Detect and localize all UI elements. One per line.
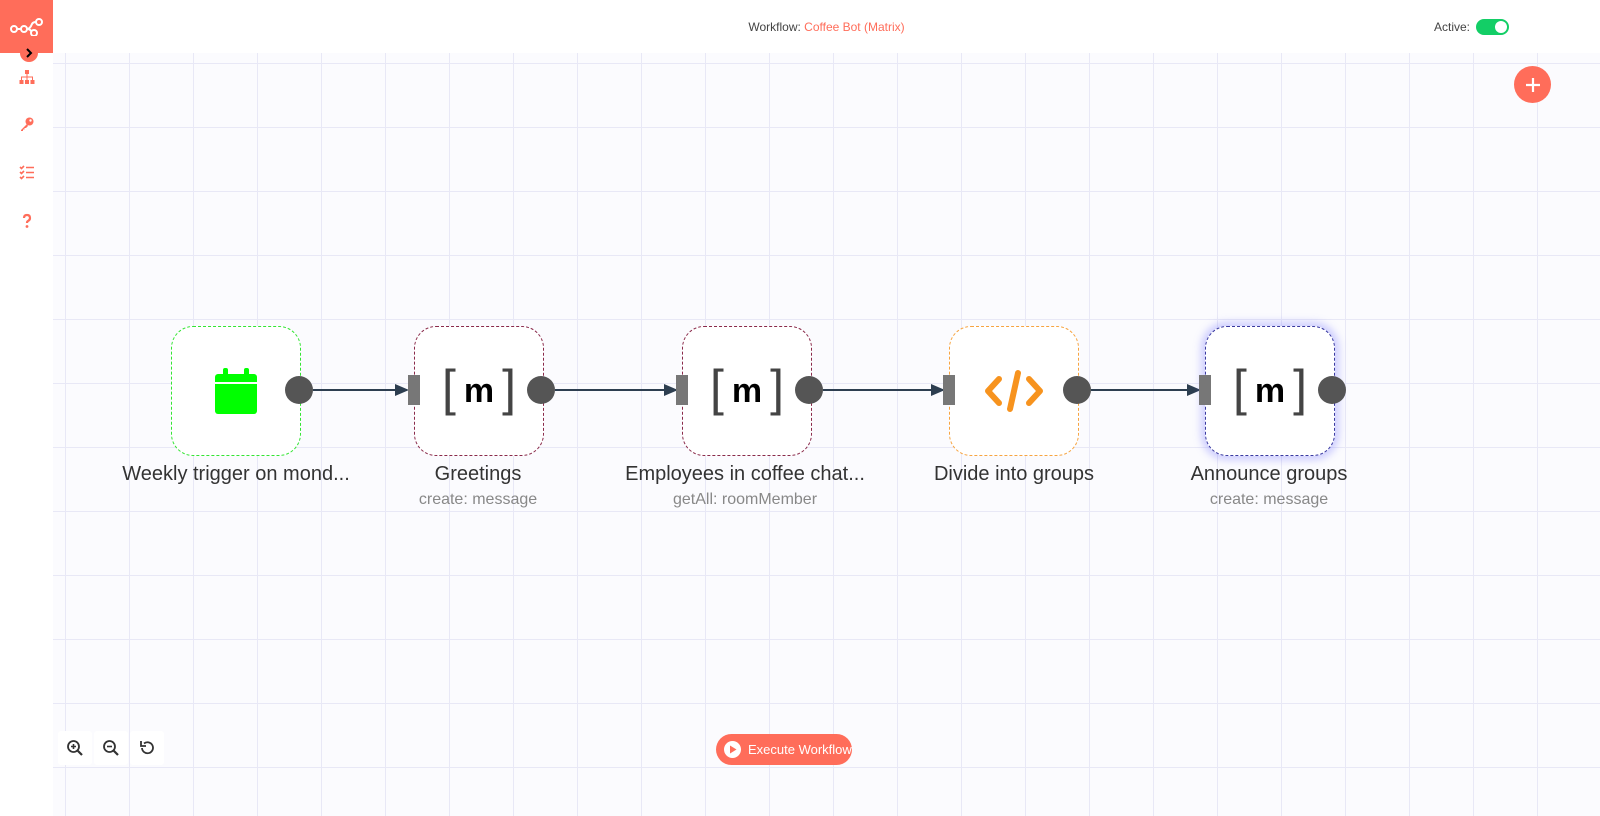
- sidebar-item-executions[interactable]: [16, 161, 38, 183]
- active-status: Active:: [1434, 19, 1509, 35]
- question-icon: [22, 213, 32, 228]
- workflow-title-prefix: Workflow:: [748, 20, 801, 34]
- node-greetings[interactable]: [m]: [414, 326, 544, 456]
- sidebar-item-help[interactable]: [16, 210, 38, 232]
- workflow-name[interactable]: Coffee Bot (Matrix): [804, 20, 904, 34]
- node-2-output-handle[interactable]: [527, 376, 555, 404]
- code-icon: [985, 370, 1043, 412]
- zoom-in-button[interactable]: [58, 731, 92, 765]
- execute-workflow-button[interactable]: Execute Workflow: [716, 734, 852, 765]
- tasks-icon: [19, 165, 34, 180]
- execute-workflow-label: Execute Workflow: [748, 742, 852, 757]
- node-label: Announce groups: [1190, 463, 1348, 485]
- node-5-output-handle[interactable]: [1318, 376, 1346, 404]
- node-5-input-handle[interactable]: [1199, 375, 1211, 405]
- active-label: Active:: [1433, 20, 1470, 34]
- key-icon: [21, 117, 34, 131]
- node-subtitle: create: message: [1209, 491, 1329, 508]
- node-3-output-handle[interactable]: [795, 376, 823, 404]
- node-4-input-handle[interactable]: [943, 375, 955, 405]
- undo-icon: [140, 741, 154, 755]
- sidebar-item-workflows[interactable]: [16, 66, 38, 88]
- play-icon: [724, 741, 741, 758]
- sidebar-item-credentials[interactable]: [16, 113, 38, 135]
- active-toggle[interactable]: [1476, 19, 1509, 35]
- reset-zoom-button[interactable]: [130, 731, 164, 765]
- matrix-icon: [m]: [709, 360, 785, 416]
- sidebar-expand-button[interactable]: [20, 44, 38, 62]
- zoom-out-icon: [103, 740, 119, 756]
- node-divide-groups[interactable]: [949, 326, 1079, 456]
- node-announce-groups[interactable]: [m]: [1205, 326, 1335, 456]
- chevron-right-icon: [26, 48, 33, 58]
- zoom-in-icon: [67, 740, 83, 756]
- sidebar: [0, 0, 53, 816]
- zoom-out-button[interactable]: [94, 731, 128, 765]
- node-4-output-handle[interactable]: [1063, 376, 1091, 404]
- matrix-icon: [m]: [441, 360, 517, 416]
- node-label: Employees in coffee chat...: [625, 463, 865, 485]
- sitemap-icon: [19, 70, 35, 84]
- node-employees[interactable]: [m]: [682, 326, 812, 456]
- node-label: Greetings: [434, 463, 522, 485]
- node-1-output-handle[interactable]: [285, 376, 313, 404]
- node-2-input-handle[interactable]: [408, 375, 420, 405]
- node-3-input-handle[interactable]: [676, 375, 688, 405]
- node-subtitle: getAll: roomMember: [672, 491, 818, 508]
- workflow-title: Workflow: Coffee Bot (Matrix): [53, 20, 1600, 34]
- plus-icon: [1525, 77, 1540, 92]
- calendar-icon: [215, 368, 257, 414]
- add-node-button[interactable]: [1514, 66, 1551, 103]
- node-subtitle: create: message: [418, 491, 538, 508]
- matrix-icon: [m]: [1232, 360, 1308, 416]
- n8n-logo-icon: [9, 17, 43, 36]
- header: Workflow: Coffee Bot (Matrix) Active:: [53, 0, 1600, 53]
- node-weekly-trigger[interactable]: [171, 326, 301, 456]
